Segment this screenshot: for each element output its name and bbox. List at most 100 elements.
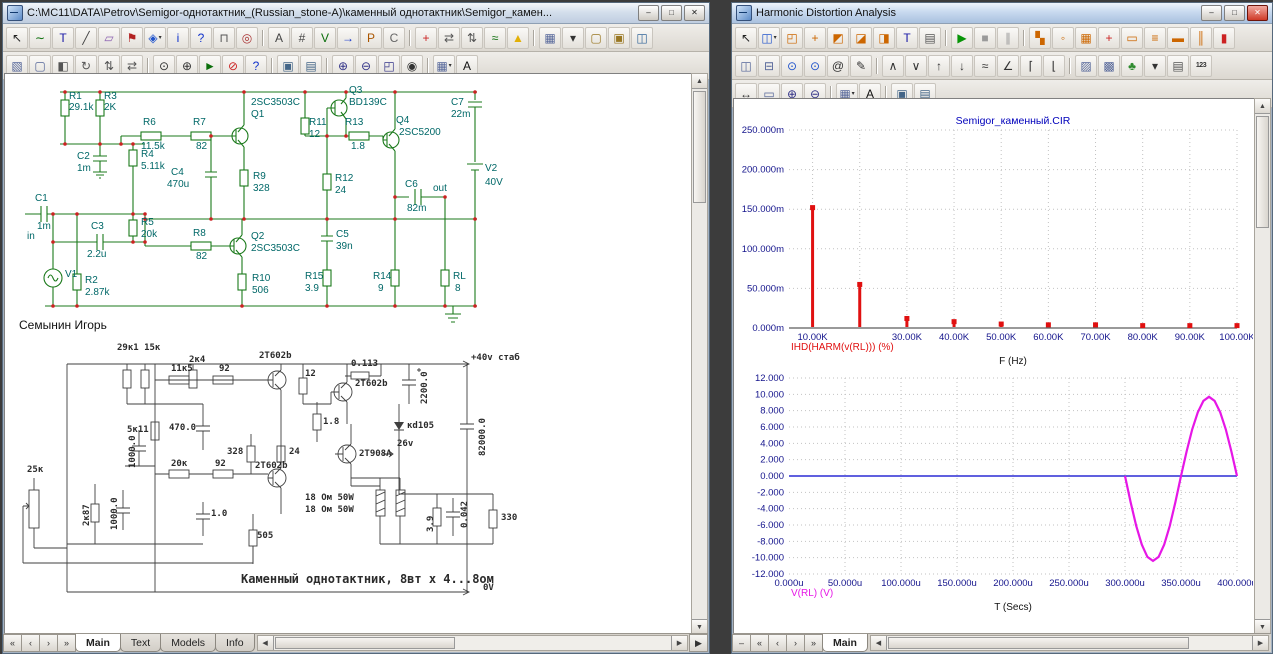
- flag-mode-icon[interactable]: ⚑: [121, 27, 143, 49]
- grid-icon[interactable]: ▦: [539, 27, 561, 49]
- pane-rows-icon[interactable]: ⊟: [758, 55, 780, 77]
- component-menu-icon-dropdown-arrow[interactable]: ▾: [159, 35, 162, 41]
- schematic-canvas[interactable]: Семынин Игорь Каменный однотактник, 8вт …: [4, 73, 693, 635]
- bottom-edge-icon[interactable]: ⌊: [1043, 55, 1065, 77]
- node-numbers-icon[interactable]: #: [291, 27, 313, 49]
- grid-size-icon-dropdown-arrow[interactable]: ▾: [449, 63, 452, 69]
- calculator-icon[interactable]: 123: [1190, 55, 1212, 77]
- first-tab-button[interactable]: «: [3, 634, 22, 652]
- plot-pages-icon-dropdown-arrow[interactable]: ▾: [774, 35, 777, 41]
- cursor-left-icon[interactable]: ⊙: [781, 55, 803, 77]
- tokens-icon[interactable]: ◦: [1052, 27, 1074, 49]
- component-menu-icon[interactable]: ◈▾: [144, 27, 166, 49]
- plot-horizontal-scrollbar[interactable]: ◀ ▶: [870, 635, 1269, 651]
- numeric-output-icon[interactable]: ▤: [1167, 55, 1189, 77]
- tab-splitter[interactable]: –: [732, 634, 751, 652]
- sine-display-icon[interactable]: ≈: [484, 27, 506, 49]
- digital-path-icon[interactable]: ⊓: [213, 27, 235, 49]
- power-display-icon[interactable]: P: [360, 27, 382, 49]
- ruler-lines-icon[interactable]: ▦: [1075, 27, 1097, 49]
- maximize-button[interactable]: □: [661, 5, 682, 21]
- horizontal-tag-icon[interactable]: ◨: [873, 27, 895, 49]
- attribute-text-icon[interactable]: A: [268, 27, 290, 49]
- cross-wire-icon[interactable]: ⇄: [438, 27, 460, 49]
- plot-area[interactable]: 0.000m50.000m100.000m150.000m200.000m250…: [733, 98, 1256, 635]
- last-tab-button[interactable]: »: [57, 634, 76, 652]
- global-high-icon[interactable]: ↑: [928, 55, 950, 77]
- three-plots-icon[interactable]: ≡: [1144, 27, 1166, 49]
- text-tool[interactable]: T: [896, 27, 918, 49]
- warning-icon[interactable]: ▲: [507, 27, 529, 49]
- point-tag-icon[interactable]: ◩: [827, 27, 849, 49]
- y-axes-icon[interactable]: ║: [1190, 27, 1212, 49]
- vertical-scroll-thumb[interactable]: [693, 91, 706, 203]
- help-mode-icon[interactable]: ?: [190, 27, 212, 49]
- close-button[interactable]: ✕: [1247, 5, 1268, 21]
- horizontal-scroll-thumb[interactable]: [888, 637, 1189, 649]
- pin-connections-icon[interactable]: +: [415, 27, 437, 49]
- node-voltages-icon[interactable]: V: [314, 27, 336, 49]
- maximize-button[interactable]: □: [1224, 5, 1245, 21]
- schematic-titlebar[interactable]: C:\MC11\DATA\Petrov\Semigor-однотактник_…: [3, 3, 709, 24]
- vertical-scroll-track[interactable]: [1255, 114, 1270, 619]
- line-mode-icon[interactable]: ╱: [75, 27, 97, 49]
- title-block-icon[interactable]: ▣: [608, 27, 630, 49]
- top-edge-icon[interactable]: ⌈: [1020, 55, 1042, 77]
- plot-vertical-scrollbar[interactable]: ▲ ▼: [1254, 98, 1271, 635]
- properties-icon[interactable]: ▤: [919, 27, 941, 49]
- pause-icon[interactable]: ∥: [997, 27, 1019, 49]
- run-icon[interactable]: ▶: [951, 27, 973, 49]
- scroll-right-button[interactable]: ▶: [671, 636, 687, 650]
- pane-columns-icon[interactable]: ◫: [735, 55, 757, 77]
- schematic-vertical-scrollbar[interactable]: ▲ ▼: [691, 73, 708, 635]
- horizontal-scroll-thumb[interactable]: [275, 637, 456, 649]
- prev-tab-button[interactable]: ‹: [21, 634, 40, 652]
- next-valley-icon[interactable]: ∨: [905, 55, 927, 77]
- cursor-right-icon[interactable]: ⊙: [804, 55, 826, 77]
- global-low-icon[interactable]: ↓: [951, 55, 973, 77]
- scroll-up-button[interactable]: ▲: [1255, 99, 1270, 114]
- stop-icon[interactable]: ■: [974, 27, 996, 49]
- schematic-tab-info[interactable]: Info: [215, 634, 255, 652]
- data-points-icon[interactable]: ▚: [1029, 27, 1051, 49]
- analysis-tab-main[interactable]: Main: [822, 634, 868, 652]
- horizontal-scroll-track[interactable]: [887, 636, 1252, 650]
- prev-tab-button[interactable]: ‹: [768, 634, 787, 652]
- text-mode-icon[interactable]: T: [52, 27, 74, 49]
- smoothing-icon[interactable]: ♣: [1121, 55, 1143, 77]
- cursor-mode-icon[interactable]: +: [804, 27, 826, 49]
- last-tab-button[interactable]: »: [804, 634, 823, 652]
- info-icon[interactable]: i: [167, 27, 189, 49]
- vertical-tag-icon[interactable]: ◪: [850, 27, 872, 49]
- scroll-down-button[interactable]: ▼: [1255, 619, 1270, 634]
- hatch-up-icon[interactable]: ▨: [1075, 55, 1097, 77]
- border-icon[interactable]: ▢: [585, 27, 607, 49]
- next-tab-button[interactable]: ›: [786, 634, 805, 652]
- split-view-icon[interactable]: ◫: [631, 27, 653, 49]
- annotate-icon[interactable]: ✎: [850, 55, 872, 77]
- horizontal-scroll-track[interactable]: [274, 636, 671, 650]
- exit-analysis-icon[interactable]: ▮: [1213, 27, 1235, 49]
- scroll-down-button[interactable]: ▼: [692, 619, 707, 634]
- plus-marks-icon[interactable]: +: [1098, 27, 1120, 49]
- close-button[interactable]: ✕: [684, 5, 705, 21]
- schematic-horizontal-scrollbar[interactable]: ◀ ▶: [257, 635, 688, 651]
- next-tab-button[interactable]: ›: [39, 634, 58, 652]
- current-display-icon[interactable]: →: [337, 27, 359, 49]
- shape-mode-icon[interactable]: ▱: [98, 27, 120, 49]
- minimize-button[interactable]: –: [1201, 5, 1222, 21]
- scroll-left-button[interactable]: ◀: [871, 636, 887, 650]
- inflection-icon[interactable]: ≈: [974, 55, 996, 77]
- schematic-tab-text[interactable]: Text: [120, 634, 161, 652]
- schematic-tab-main[interactable]: Main: [75, 634, 121, 652]
- plot-pages-icon[interactable]: ◫▾: [758, 27, 780, 49]
- go-to-x-icon[interactable]: @: [827, 55, 849, 77]
- grid-size-icon-dropdown-arrow[interactable]: ▾: [852, 91, 855, 97]
- select-tool[interactable]: ↖: [735, 27, 757, 49]
- slope-icon[interactable]: ∠: [997, 55, 1019, 77]
- analysis-titlebar[interactable]: Harmonic Distortion Analysis – □ ✕: [732, 3, 1272, 24]
- select-tool[interactable]: ↖: [6, 27, 28, 49]
- wire-mode-icon[interactable]: ∼: [29, 27, 51, 49]
- pin-names-icon[interactable]: ⇅: [461, 27, 483, 49]
- scale-mode-icon[interactable]: ◰: [781, 27, 803, 49]
